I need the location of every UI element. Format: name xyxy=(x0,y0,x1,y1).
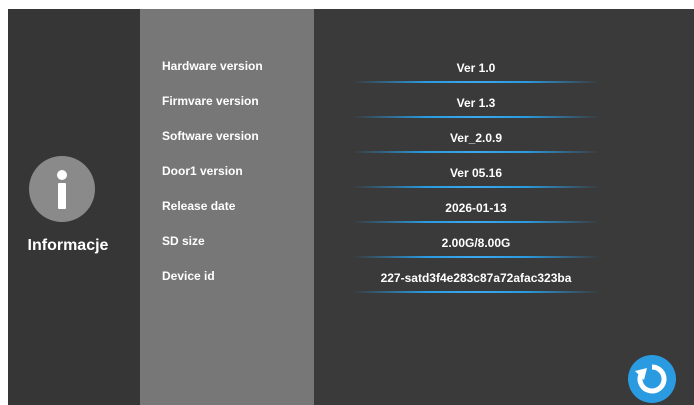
value-release-date: 2026-01-13 xyxy=(445,201,507,215)
row-underline xyxy=(352,256,600,258)
info-screen: Informacje Hardware version Firmvare ver… xyxy=(8,9,694,405)
row-underline xyxy=(352,116,600,118)
left-panel: Informacje xyxy=(8,9,140,405)
value-software-version: Ver_2.0.9 xyxy=(449,131,503,145)
value-sd-size: 2.00G/8.00G xyxy=(441,236,511,250)
label-door1-version: Door1 version xyxy=(162,164,243,178)
value-firmware-version: Ver 1.3 xyxy=(456,96,496,110)
info-icon xyxy=(29,156,95,222)
labels-column: Hardware version Firmvare version Softwa… xyxy=(140,9,314,405)
row-underline xyxy=(352,291,600,293)
value-door1-version: Ver 05.16 xyxy=(449,166,503,180)
label-sd-size: SD size xyxy=(162,234,205,248)
page-title: Informacje xyxy=(27,237,109,254)
value-device-id: 227-satd3f4e283c87a72afac323ba xyxy=(380,271,572,285)
row-underline xyxy=(352,151,600,153)
refresh-button[interactable] xyxy=(628,355,676,403)
value-hardware-version: Ver 1.0 xyxy=(456,61,496,75)
values-column: Ver 1.0 Ver 1.3 Ver_2.0.9 Ver 05.16 2026… xyxy=(314,9,694,405)
label-hardware-version: Hardware version xyxy=(162,59,263,73)
row-underline xyxy=(352,186,600,188)
label-device-id: Device id xyxy=(162,269,215,283)
refresh-icon xyxy=(635,364,667,394)
label-software-version: Software version xyxy=(162,129,259,143)
label-firmware-version: Firmvare version xyxy=(162,94,259,108)
row-underline xyxy=(352,221,600,223)
row-underline xyxy=(352,81,600,83)
label-release-date: Release date xyxy=(162,199,236,213)
